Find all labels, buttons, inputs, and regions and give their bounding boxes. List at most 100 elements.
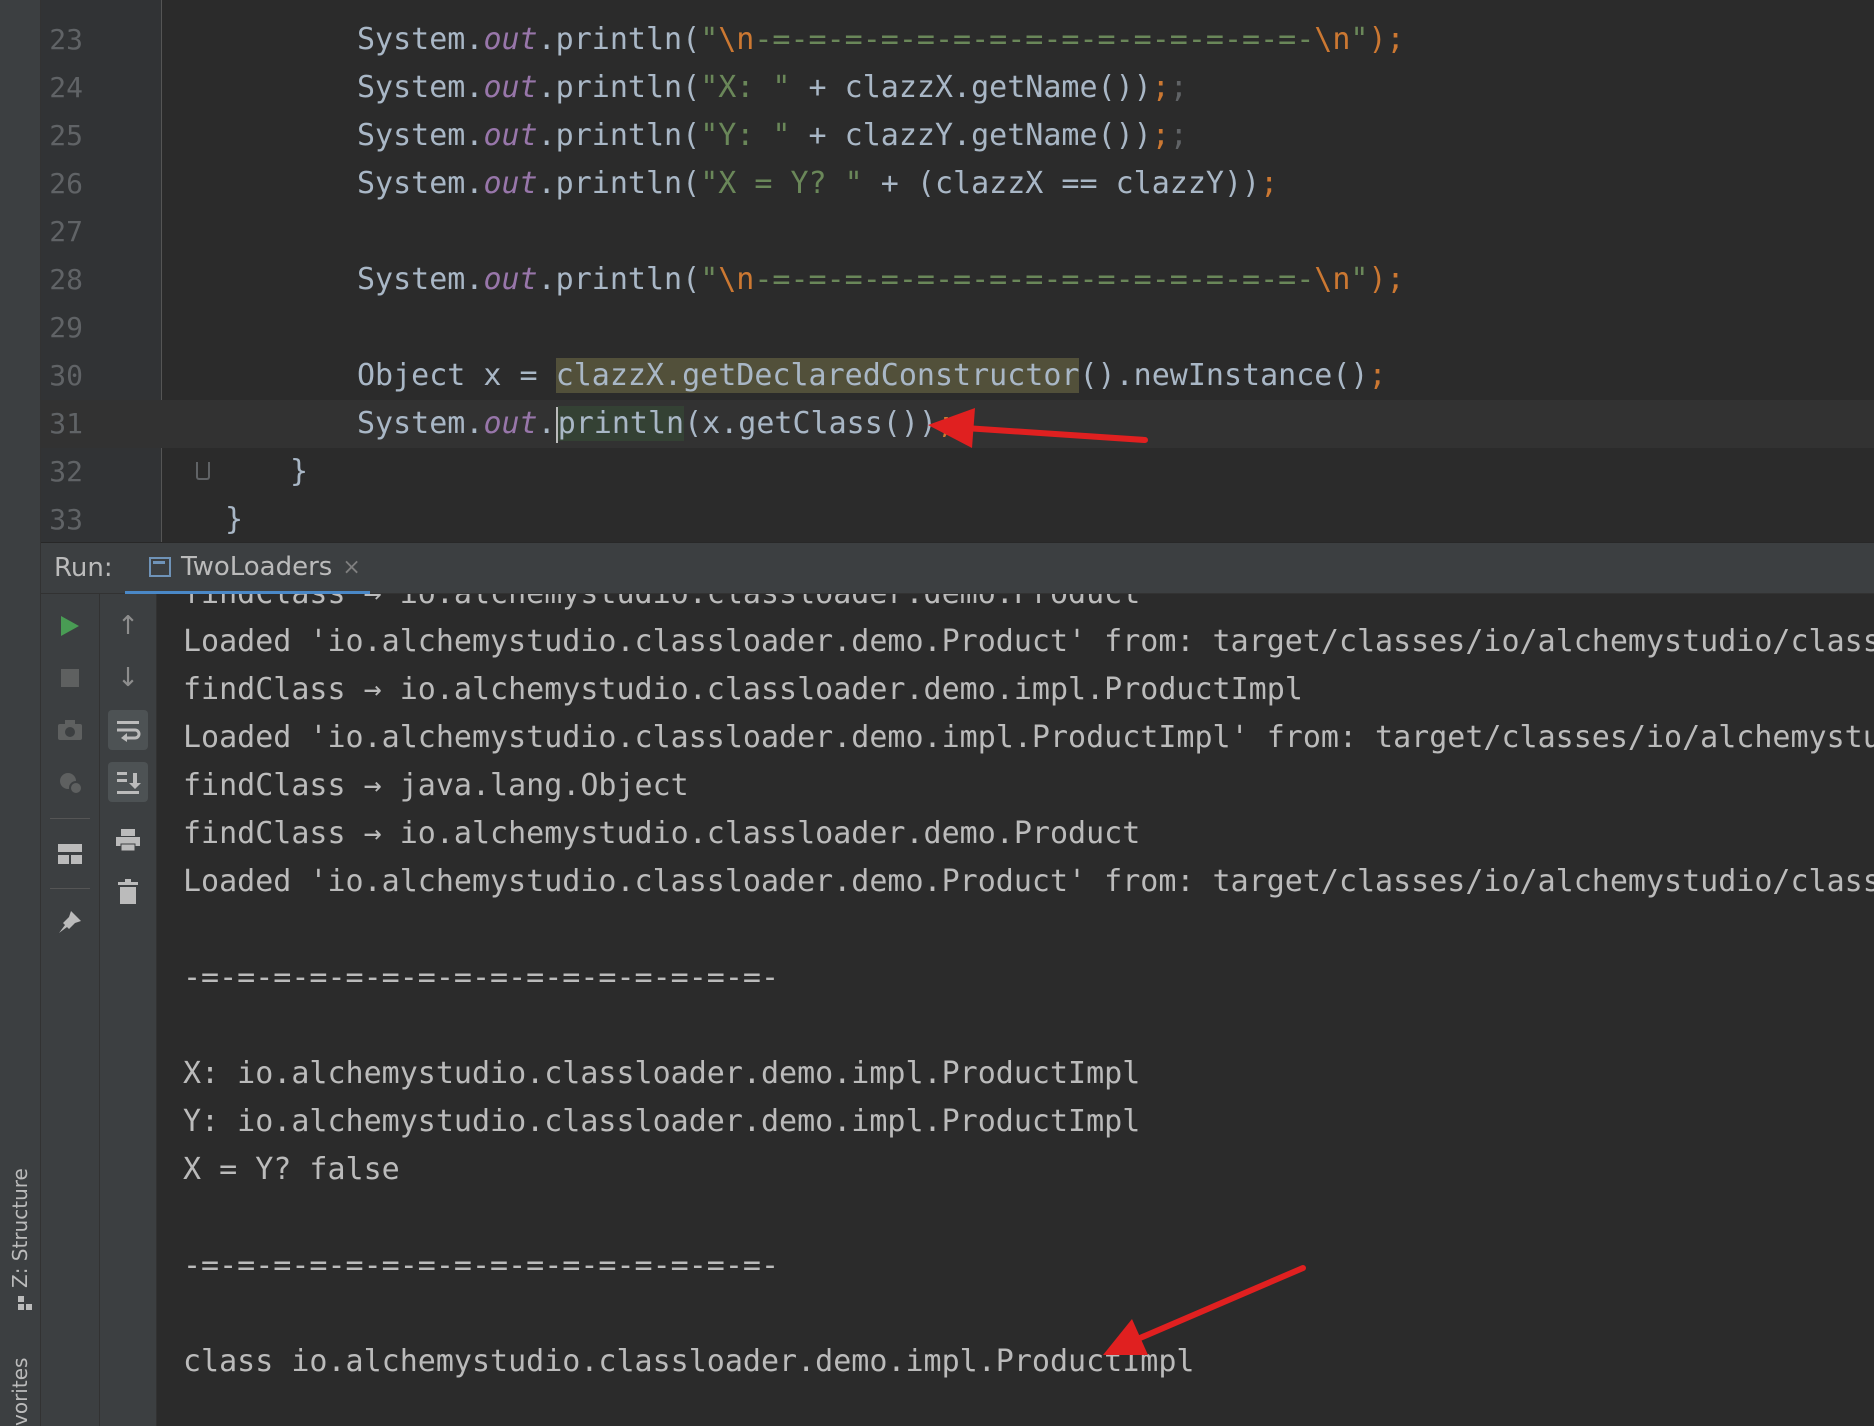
soft-wrap-button[interactable] bbox=[108, 710, 148, 750]
print-icon bbox=[116, 829, 140, 852]
code-token: .println( bbox=[537, 70, 701, 105]
line-number: 29 bbox=[49, 311, 83, 344]
code-line[interactable]: 27 bbox=[41, 208, 1874, 256]
code-token: + clazzY.getName()) bbox=[790, 118, 1152, 153]
line-number: 32 bbox=[49, 455, 83, 488]
code-token: out bbox=[483, 22, 538, 57]
code-text: System.out.println("X = Y? " + (clazzX =… bbox=[357, 160, 1278, 208]
code-token: .println( bbox=[537, 166, 701, 201]
code-token: -=-=-=-=-=-=-=-=-=-=-=-=-=-=-=- bbox=[754, 262, 1315, 297]
code-line[interactable]: 33} bbox=[41, 496, 1874, 542]
code-line[interactable]: 29 bbox=[41, 304, 1874, 352]
clear-all-button[interactable] bbox=[108, 872, 148, 912]
favorites-tool-tab[interactable]: vorites bbox=[4, 1340, 36, 1426]
code-token: ); bbox=[1368, 22, 1405, 57]
console-line: Loaded 'io.alchemystudio.classloader.dem… bbox=[183, 624, 1874, 659]
code-line[interactable]: 24 System.out.println("X: " + clazzX.getN… bbox=[41, 64, 1874, 112]
line-number: 26 bbox=[49, 167, 83, 200]
code-token: (x.getClass()) bbox=[684, 406, 937, 441]
scroll-up-button[interactable]: ↑ bbox=[108, 606, 148, 646]
structure-tab-label: Z: Structure bbox=[8, 1168, 32, 1288]
code-token: System. bbox=[357, 118, 484, 153]
code-line[interactable]: 32} bbox=[41, 448, 1874, 496]
code-token: "X = Y? " bbox=[700, 166, 863, 201]
code-token: + clazzX.getName()) bbox=[790, 70, 1152, 105]
code-token: clazzX.getDeclaredConstructor bbox=[555, 358, 1080, 393]
code-token: " bbox=[700, 262, 719, 297]
layout-icon bbox=[58, 844, 82, 864]
play-icon bbox=[61, 616, 79, 636]
code-token: .println( bbox=[537, 118, 701, 153]
code-editor[interactable]: 23 System.out.println("\n-=-=-=-=-=-=-=-=… bbox=[41, 0, 1874, 542]
code-token: -=-=-=-=-=-=-=-=-=-=-=-=-=-=-=- bbox=[754, 22, 1315, 57]
code-text: System.out.println("X: " + clazzX.getNam… bbox=[357, 64, 1188, 112]
console-line: X: io.alchemystudio.classloader.demo.imp… bbox=[183, 1056, 1141, 1091]
line-number: 27 bbox=[49, 215, 83, 248]
dump-threads-button[interactable] bbox=[50, 710, 90, 750]
console-line: Y: io.alchemystudio.classloader.demo.imp… bbox=[183, 1104, 1141, 1139]
code-line[interactable]: 23 System.out.println("\n-=-=-=-=-=-=-=-=… bbox=[41, 16, 1874, 64]
console-line: -=-=-=-=-=-=-=-=-=-=-=-=-=-=-=-=- bbox=[183, 1248, 780, 1283]
line-number: 24 bbox=[49, 71, 83, 104]
code-token: ; bbox=[937, 406, 956, 441]
code-token: ; bbox=[1260, 166, 1279, 201]
arrow-down-icon: ↓ bbox=[117, 663, 139, 693]
fold-marker-icon[interactable] bbox=[196, 462, 210, 480]
code-token: ; bbox=[1151, 118, 1170, 153]
code-token: \n bbox=[718, 22, 755, 57]
line-number: 25 bbox=[49, 119, 83, 152]
code-token: out bbox=[483, 166, 538, 201]
run-label: Run: bbox=[54, 553, 113, 583]
code-line[interactable]: 26 System.out.println("X = Y? " + (clazzX… bbox=[41, 160, 1874, 208]
code-token: out bbox=[483, 70, 538, 105]
console-line: -=-=-=-=-=-=-=-=-=-=-=-=-=-=-=-=- bbox=[183, 960, 780, 995]
code-token: ; bbox=[1368, 358, 1387, 393]
console-line: X = Y? false bbox=[183, 1152, 400, 1187]
rerun-button[interactable] bbox=[50, 606, 90, 646]
code-line[interactable]: 28 System.out.println("\n-=-=-=-=-=-=-=-=… bbox=[41, 256, 1874, 304]
console-line: Loaded 'io.alchemystudio.classloader.dem… bbox=[183, 720, 1874, 755]
code-line[interactable]: 30 Object x = clazzX.getDeclaredConstruct… bbox=[41, 352, 1874, 400]
code-text: System.out.println("Y: " + clazzY.getNam… bbox=[357, 112, 1188, 160]
pin-tab-button[interactable] bbox=[50, 902, 90, 942]
stop-icon bbox=[61, 669, 79, 687]
code-token: Object x = bbox=[357, 358, 556, 393]
run-tab-twoloaders[interactable]: TwoLoaders × bbox=[125, 543, 370, 595]
code-line[interactable]: 31 System.out.println(x.getClass()); bbox=[41, 400, 1874, 448]
soft-wrap-icon bbox=[117, 721, 141, 742]
line-number: 23 bbox=[49, 23, 83, 56]
run-tab-label: TwoLoaders bbox=[181, 552, 333, 582]
code-token: . bbox=[537, 406, 556, 441]
code-token: " bbox=[1350, 22, 1369, 57]
scroll-to-end-icon bbox=[117, 772, 141, 794]
debug-settings-button[interactable] bbox=[50, 762, 90, 802]
code-token: ); bbox=[1368, 262, 1405, 297]
code-token: println bbox=[557, 406, 685, 441]
console-line: findClass → java.lang.Object bbox=[183, 768, 689, 803]
code-token: System. bbox=[357, 22, 484, 57]
console-output[interactable]: findClass → io.alchemystudio.classloader… bbox=[157, 594, 1874, 1426]
code-token: out bbox=[483, 262, 538, 297]
print-button[interactable] bbox=[108, 820, 148, 860]
line-number: 28 bbox=[49, 263, 83, 296]
close-icon[interactable]: × bbox=[342, 555, 360, 580]
scroll-down-button[interactable]: ↓ bbox=[108, 658, 148, 698]
code-token: } bbox=[290, 454, 309, 489]
arrow-up-icon: ↑ bbox=[117, 611, 139, 641]
layout-button[interactable] bbox=[50, 834, 90, 874]
code-token: " bbox=[1350, 262, 1369, 297]
console-line: findClass → io.alchemystudio.classloader… bbox=[183, 672, 1303, 707]
structure-tool-tab[interactable]: Z: Structure bbox=[4, 1150, 36, 1310]
code-token: ; bbox=[1151, 70, 1170, 105]
stop-button[interactable] bbox=[50, 658, 90, 698]
code-text: System.out.println("\n-=-=-=-=-=-=-=-=-=… bbox=[357, 16, 1405, 64]
code-token: } bbox=[225, 502, 244, 537]
code-line[interactable]: 25 System.out.println("Y: " + clazzY.getN… bbox=[41, 112, 1874, 160]
console-window-icon bbox=[149, 557, 171, 577]
camera-icon bbox=[58, 720, 82, 740]
scroll-to-end-button[interactable] bbox=[108, 762, 148, 802]
